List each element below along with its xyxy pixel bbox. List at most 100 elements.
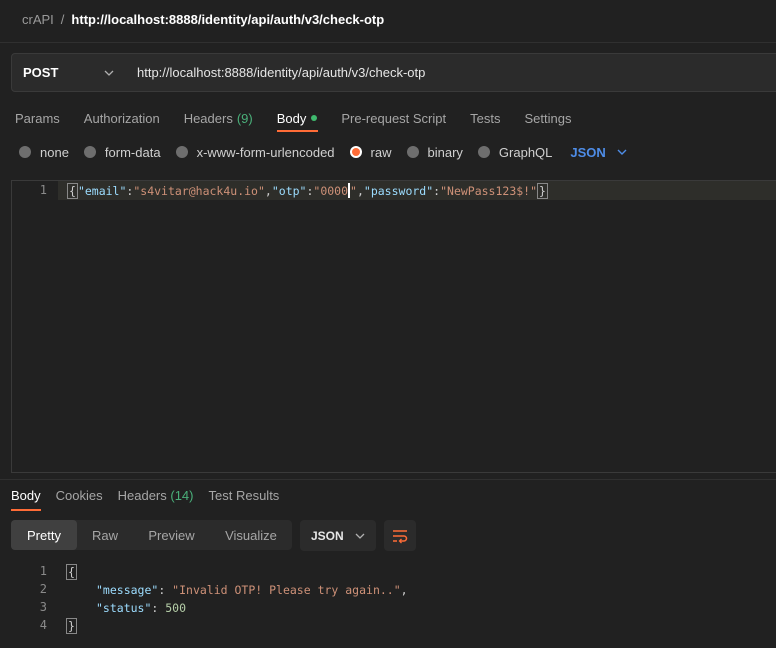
breadcrumb-collection[interactable]: crAPI — [22, 12, 54, 27]
tab-settings[interactable]: Settings — [524, 108, 571, 128]
tab-label: Pre-request Script — [341, 110, 447, 126]
radio-circle — [477, 146, 490, 158]
response-tab-test-results[interactable]: Test Results — [209, 488, 280, 506]
code-comma: , — [356, 183, 364, 198]
response-tab-headers[interactable]: Headers (14) — [118, 488, 194, 506]
breadcrumb: crAPI / http://localhost:8888/identity/a… — [22, 11, 384, 27]
radio-graphql[interactable]: GraphQL — [477, 144, 553, 160]
tab-label: Headers — [183, 110, 233, 126]
tab-label: Settings — [524, 110, 572, 126]
body-indicator-dot — [311, 115, 318, 121]
response-tabs: Body Cookies Headers (14) Test Results — [11, 488, 294, 506]
body-language-select[interactable]: JSON — [570, 145, 627, 160]
headers-count: (9) — [236, 110, 253, 126]
response-line-number: 3 — [39, 600, 47, 614]
code-open-brace: { — [67, 182, 78, 199]
breadcrumb-request-name[interactable]: http://localhost:8888/identity/api/auth/… — [71, 12, 384, 27]
radio-raw[interactable]: raw — [349, 145, 392, 160]
url-text: http://localhost:8888/identity/api/auth/… — [137, 65, 426, 80]
radio-none[interactable]: none — [19, 145, 69, 160]
response-value-status: 500 — [165, 600, 187, 615]
tab-label: Headers — [117, 488, 167, 503]
code-close-brace: } — [537, 182, 548, 199]
tab-label: Body — [276, 110, 307, 126]
response-tab-cookies[interactable]: Cookies — [56, 488, 103, 506]
response-line-number: 2 — [39, 582, 47, 596]
tab-label: Tests — [470, 110, 501, 126]
editor-code-line[interactable]: {"email": "s4vitar@hack4u.io", "otp": "0000… — [67, 182, 548, 199]
radio-label: binary — [427, 144, 463, 160]
tab-label: Authorization — [83, 110, 160, 126]
view-raw-button[interactable]: Raw — [77, 520, 133, 550]
response-format-label: JSON — [311, 528, 344, 543]
body-type-options: none form-data x-www-form-urlencoded raw… — [19, 144, 628, 160]
response-close-brace: } — [66, 617, 77, 634]
radio-circle-selected — [349, 146, 362, 158]
response-code-line: "message": "Invalid OTP! Please try agai… — [96, 581, 408, 598]
url-input[interactable]: http://localhost:8888/identity/api/auth/… — [125, 53, 776, 92]
code-colon: : — [306, 183, 314, 198]
response-open-brace: { — [66, 563, 77, 580]
response-code-line: { — [66, 563, 77, 580]
request-body-editor[interactable] — [11, 180, 776, 473]
tab-body[interactable]: Body — [277, 108, 318, 128]
tab-label: Params — [15, 110, 60, 126]
radio-circle — [83, 146, 96, 158]
method-label: POST — [23, 65, 59, 80]
radio-x-www-form-urlencoded[interactable]: x-www-form-urlencoded — [175, 145, 335, 160]
response-line-number: 1 — [39, 564, 47, 578]
active-response-tab-indicator — [11, 509, 41, 511]
breadcrumb-separator: / — [60, 11, 65, 27]
header-divider — [0, 42, 776, 43]
pane-divider[interactable] — [0, 479, 776, 480]
response-code-line: "status": 500 — [96, 599, 186, 616]
response-view-modes: Pretty Raw Preview Visualize — [11, 520, 292, 550]
response-line-number: 4 — [39, 618, 47, 632]
view-pretty-button[interactable]: Pretty — [11, 520, 77, 550]
request-tabs: Params Authorization Headers (9) Body Pre… — [15, 108, 595, 128]
wrap-lines-icon — [393, 529, 408, 543]
response-tab-body[interactable]: Body — [11, 488, 41, 506]
radio-label: form-data — [104, 144, 161, 160]
tab-params[interactable]: Params — [15, 108, 60, 128]
code-value-otp: "0000 — [313, 183, 349, 198]
radio-label: GraphQL — [498, 144, 553, 160]
tab-pre-request-script[interactable]: Pre-request Script — [341, 108, 446, 128]
chevron-down-icon — [355, 533, 365, 539]
method-select[interactable]: POST — [11, 53, 126, 92]
code-value-password: "NewPass123$!" — [440, 183, 538, 198]
radio-binary[interactable]: binary — [406, 144, 463, 160]
code-colon: : — [433, 183, 441, 198]
code-value-otp-end: " — [350, 183, 357, 198]
radio-circle — [19, 146, 31, 158]
response-headers-count: (14) — [170, 488, 194, 503]
code-comma: , — [264, 183, 272, 198]
radio-form-data[interactable]: form-data — [83, 144, 161, 160]
body-language-label: JSON — [570, 144, 606, 160]
response-colon: : — [151, 600, 166, 615]
code-colon: : — [126, 183, 134, 198]
view-visualize-button[interactable]: Visualize — [210, 520, 292, 550]
response-value-message: "Invalid OTP! Please try again.." — [172, 582, 401, 597]
wrap-lines-button[interactable] — [384, 520, 416, 551]
editor-line-number: 1 — [39, 183, 47, 197]
view-preview-button[interactable]: Preview — [133, 520, 210, 550]
tab-tests[interactable]: Tests — [470, 108, 500, 128]
radio-label: none — [40, 144, 69, 160]
response-key-status: "status" — [96, 600, 152, 615]
response-comma: , — [400, 582, 408, 597]
response-key-message: "message" — [96, 582, 159, 597]
radio-circle — [406, 146, 419, 158]
code-key-password: "password" — [363, 183, 434, 198]
code-key-otp: "otp" — [271, 183, 307, 198]
code-value-email: "s4vitar@hack4u.io" — [133, 183, 265, 198]
response-colon: : — [158, 582, 173, 597]
response-format-select[interactable]: JSON — [300, 520, 376, 551]
tab-headers[interactable]: Headers (9) — [184, 108, 253, 128]
code-key-email: "email" — [77, 183, 127, 198]
radio-circle — [175, 146, 188, 158]
response-code-line: } — [66, 617, 77, 634]
active-tab-indicator — [277, 130, 318, 132]
chevron-down-icon — [104, 70, 114, 76]
tab-authorization[interactable]: Authorization — [84, 108, 160, 128]
